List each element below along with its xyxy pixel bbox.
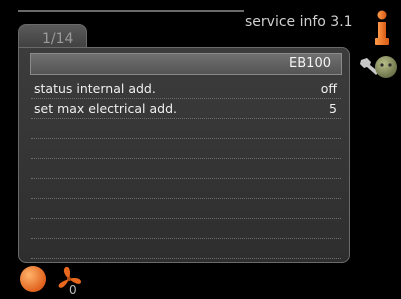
list-item: [31, 179, 341, 199]
row-value: off: [320, 81, 337, 96]
page-title: service info 3.1: [245, 14, 353, 30]
info-alarm-icon[interactable]: [374, 10, 390, 46]
list-item: [31, 219, 341, 239]
list-item[interactable]: status internal add. off: [31, 79, 341, 99]
panel-header: EB100: [30, 53, 342, 75]
service-tool-icon[interactable]: [359, 54, 399, 82]
row-label: status internal add.: [34, 81, 156, 96]
list-item: [31, 199, 341, 219]
list-item: [31, 119, 341, 139]
row-label: set max electrical add.: [34, 101, 178, 116]
list-item[interactable]: set max electrical add. 5: [31, 99, 341, 119]
list-item: [31, 139, 341, 159]
info-panel: EB100 status internal add. off set max e…: [18, 47, 350, 263]
row-value: 5: [329, 101, 337, 116]
page-counter: 1/14: [42, 31, 74, 47]
info-list: status internal add. off set max electri…: [31, 79, 341, 278]
panel-header-label: EB100: [289, 56, 331, 71]
fan-speed-value: 0: [69, 283, 77, 297]
top-divider: [18, 10, 244, 12]
list-item: [31, 239, 341, 259]
list-item: [31, 159, 341, 179]
sun-icon: [20, 266, 46, 292]
